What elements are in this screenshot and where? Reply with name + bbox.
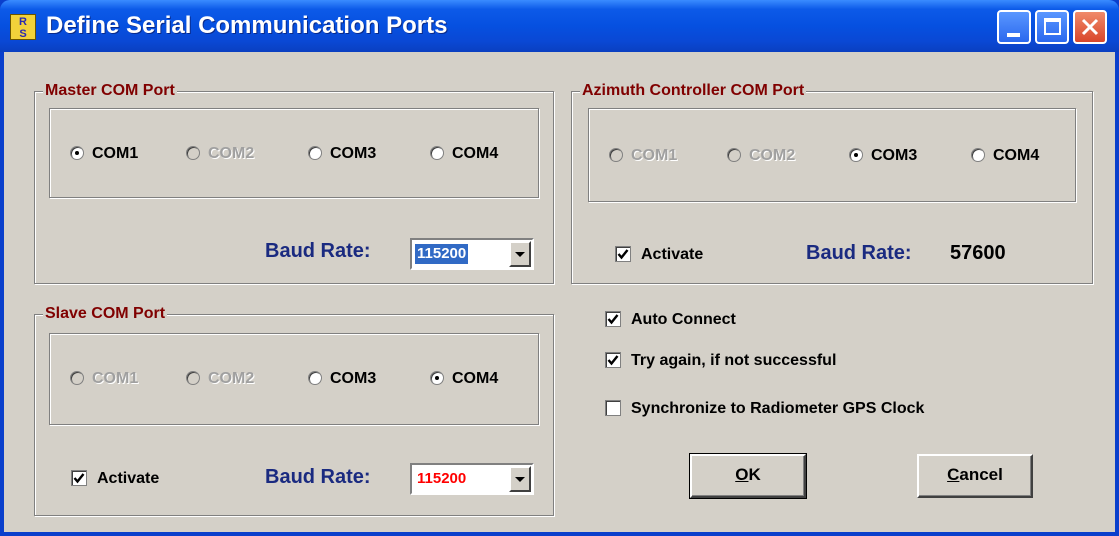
radio-label: COM2 bbox=[749, 147, 796, 164]
radio-label: COM1 bbox=[92, 370, 139, 387]
check-mark-icon bbox=[607, 314, 619, 325]
master-group-title: Master COM Port bbox=[43, 80, 177, 102]
radio-icon bbox=[70, 146, 84, 160]
checkbox-icon bbox=[605, 352, 621, 368]
slave-baud-select[interactable]: 115200 bbox=[410, 463, 534, 495]
chevron-down-icon[interactable] bbox=[509, 466, 531, 492]
radio-icon bbox=[186, 371, 200, 385]
checkbox-label: Try again, if not successful bbox=[631, 352, 837, 369]
radio-icon bbox=[609, 148, 623, 162]
dialog-window: RS Define Serial Communication Ports Mas… bbox=[0, 0, 1119, 536]
azimuth-com-port-group: Azimuth Controller COM Port COM1 COM2 CO… bbox=[571, 80, 1093, 284]
check-mark-icon bbox=[73, 473, 85, 484]
maximize-button[interactable] bbox=[1035, 10, 1069, 44]
cancel-button-label: Cancel bbox=[947, 465, 1003, 484]
window-title: Define Serial Communication Ports bbox=[46, 12, 448, 39]
checkbox-icon bbox=[605, 400, 621, 416]
close-button[interactable] bbox=[1073, 10, 1107, 44]
radio-label: COM4 bbox=[452, 145, 499, 162]
maximize-icon bbox=[1044, 18, 1061, 35]
close-icon bbox=[1081, 18, 1099, 36]
radio-icon bbox=[971, 148, 985, 162]
radio-icon bbox=[430, 146, 444, 160]
ok-button[interactable]: OK bbox=[689, 453, 807, 499]
master-baud-label: Baud Rate: bbox=[265, 240, 371, 262]
checkbox-label: Activate bbox=[641, 246, 704, 263]
radio-icon bbox=[430, 371, 444, 385]
slave-port-box: COM1 COM2 COM3 COM4 bbox=[49, 333, 539, 425]
dialog-client-area: Master COM Port COM1 COM2 COM3 COM4 Baud… bbox=[4, 52, 1115, 532]
radio-label: COM3 bbox=[330, 370, 377, 387]
checkbox-icon bbox=[615, 246, 631, 262]
azimuth-baud-value: 57600 bbox=[950, 242, 1006, 264]
checkbox-label: Synchronize to Radiometer GPS Clock bbox=[631, 400, 925, 417]
radio-label: COM3 bbox=[330, 145, 377, 162]
cancel-button[interactable]: Cancel bbox=[917, 454, 1033, 498]
radio-icon bbox=[308, 146, 322, 160]
check-mark-icon bbox=[607, 355, 619, 366]
master-baud-select[interactable]: 115200 bbox=[410, 238, 534, 270]
radio-label: COM3 bbox=[871, 147, 918, 164]
checkbox-icon bbox=[71, 470, 87, 486]
azimuth-baud-label: Baud Rate: bbox=[806, 242, 912, 264]
radio-label: COM1 bbox=[92, 145, 139, 162]
radio-icon bbox=[727, 148, 741, 162]
checkbox-icon bbox=[605, 311, 621, 327]
checkbox-label: Auto Connect bbox=[631, 311, 736, 328]
radio-icon bbox=[186, 146, 200, 160]
radio-label: COM4 bbox=[993, 147, 1040, 164]
master-port-box: COM1 COM2 COM3 COM4 bbox=[49, 108, 539, 198]
app-logo-icon: RS bbox=[10, 14, 36, 40]
radio-icon bbox=[308, 371, 322, 385]
check-mark-icon bbox=[617, 249, 629, 260]
ok-button-label: OK bbox=[735, 465, 761, 484]
master-com-port-group: Master COM Port COM1 COM2 COM3 COM4 Baud… bbox=[34, 80, 554, 284]
radio-icon bbox=[70, 371, 84, 385]
checkbox-label: Activate bbox=[97, 470, 160, 487]
minimize-icon bbox=[1007, 33, 1020, 37]
radio-label: COM1 bbox=[631, 147, 678, 164]
radio-label: COM2 bbox=[208, 370, 255, 387]
radio-icon bbox=[849, 148, 863, 162]
slave-baud-value: 115200 bbox=[417, 470, 467, 487]
slave-group-title: Slave COM Port bbox=[43, 303, 168, 325]
minimize-button[interactable] bbox=[997, 10, 1031, 44]
title-bar[interactable]: RS Define Serial Communication Ports bbox=[0, 0, 1119, 52]
slave-baud-label: Baud Rate: bbox=[265, 466, 371, 488]
master-baud-value: 115200 bbox=[415, 244, 469, 264]
azimuth-port-box: COM1 COM2 COM3 COM4 bbox=[588, 108, 1076, 202]
chevron-down-icon[interactable] bbox=[509, 241, 531, 267]
radio-label: COM2 bbox=[208, 145, 255, 162]
slave-com-port-group: Slave COM Port COM1 COM2 COM3 COM4 Activ… bbox=[34, 303, 554, 516]
azimuth-group-title: Azimuth Controller COM Port bbox=[580, 80, 807, 102]
radio-label: COM4 bbox=[452, 370, 499, 387]
